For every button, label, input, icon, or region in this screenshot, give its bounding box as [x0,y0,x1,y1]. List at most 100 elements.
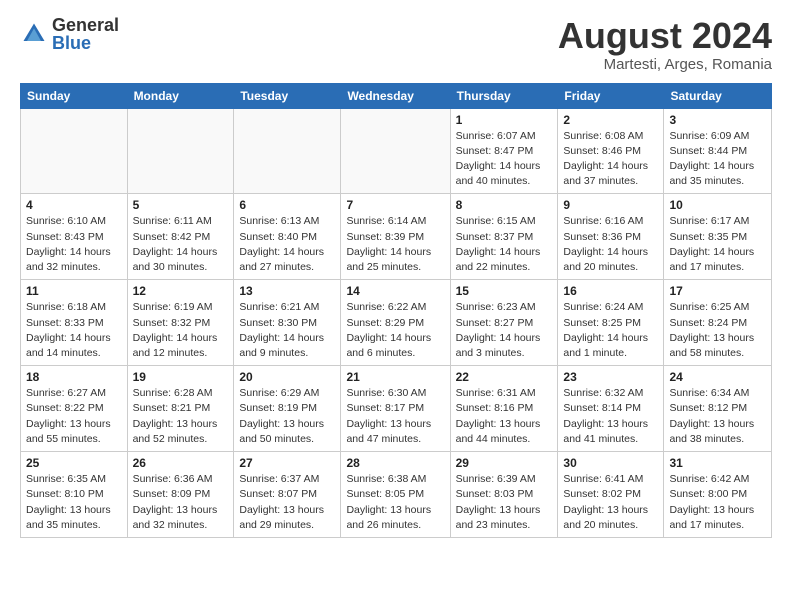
col-thursday: Thursday [450,83,558,108]
day-number: 17 [669,284,766,298]
col-tuesday: Tuesday [234,83,341,108]
day-detail: Sunrise: 6:22 AMSunset: 8:29 PMDaylight:… [346,300,444,361]
calendar-cell [21,108,128,194]
calendar-cell: 3 Sunrise: 6:09 AMSunset: 8:44 PMDaylight… [664,108,772,194]
day-detail: Sunrise: 6:24 AMSunset: 8:25 PMDaylight:… [563,300,658,361]
calendar-cell: 5 Sunrise: 6:11 AMSunset: 8:42 PMDaylight… [127,194,234,280]
day-number: 13 [239,284,335,298]
day-number: 29 [456,456,553,470]
week-row-4: 18 Sunrise: 6:27 AMSunset: 8:22 PMDayligh… [21,366,772,452]
calendar-cell: 20 Sunrise: 6:29 AMSunset: 8:19 PMDayligh… [234,366,341,452]
day-number: 18 [26,370,122,384]
day-number: 7 [346,198,444,212]
day-number: 16 [563,284,658,298]
calendar-cell: 21 Sunrise: 6:30 AMSunset: 8:17 PMDayligh… [341,366,450,452]
logo-blue-text: Blue [52,34,119,52]
day-detail: Sunrise: 6:27 AMSunset: 8:22 PMDaylight:… [26,386,122,447]
calendar-cell: 28Sunrise: 6:38 AMSunset: 8:05 PMDayligh… [341,452,450,538]
day-number: 6 [239,198,335,212]
calendar-cell [127,108,234,194]
calendar-cell: 31 Sunrise: 6:42 AMSunset: 8:00 PMDayligh… [664,452,772,538]
calendar-cell: 16 Sunrise: 6:24 AMSunset: 8:25 PMDayligh… [558,280,664,366]
col-saturday: Saturday [664,83,772,108]
day-number: 14 [346,284,444,298]
day-number: 1 [456,113,553,127]
week-row-1: 1 Sunrise: 6:07 AMSunset: 8:47 PMDaylight… [21,108,772,194]
calendar-header-row: Sunday Monday Tuesday Wednesday Thursday… [21,83,772,108]
day-detail: Sunrise: 6:36 AMSunset: 8:09 PMDaylight:… [133,472,229,533]
day-number: 23 [563,370,658,384]
day-number: 25 [26,456,122,470]
day-detail: Sunrise: 6:07 AMSunset: 8:47 PMDaylight:… [456,129,553,190]
day-number: 4 [26,198,122,212]
calendar-table: Sunday Monday Tuesday Wednesday Thursday… [20,83,772,538]
day-detail: Sunrise: 6:29 AMSunset: 8:19 PMDaylight:… [239,386,335,447]
main-title: August 2024 [558,16,772,56]
calendar-cell: 13Sunrise: 6:21 AMSunset: 8:30 PMDayligh… [234,280,341,366]
day-detail: Sunrise: 6:32 AMSunset: 8:14 PMDaylight:… [563,386,658,447]
day-detail: Sunrise: 6:11 AMSunset: 8:42 PMDaylight:… [133,214,229,275]
day-number: 19 [133,370,229,384]
day-detail: Sunrise: 6:19 AMSunset: 8:32 PMDaylight:… [133,300,229,361]
day-detail: Sunrise: 6:30 AMSunset: 8:17 PMDaylight:… [346,386,444,447]
day-detail: Sunrise: 6:35 AMSunset: 8:10 PMDaylight:… [26,472,122,533]
calendar-cell: 24 Sunrise: 6:34 AMSunset: 8:12 PMDayligh… [664,366,772,452]
logo-text: General Blue [52,16,119,52]
calendar-cell: 15Sunrise: 6:23 AMSunset: 8:27 PMDayligh… [450,280,558,366]
day-number: 20 [239,370,335,384]
calendar-cell: 10 Sunrise: 6:17 AMSunset: 8:35 PMDayligh… [664,194,772,280]
calendar-cell: 4 Sunrise: 6:10 AMSunset: 8:43 PMDaylight… [21,194,128,280]
day-number: 26 [133,456,229,470]
day-number: 9 [563,198,658,212]
day-number: 3 [669,113,766,127]
calendar-cell: 29Sunrise: 6:39 AMSunset: 8:03 PMDayligh… [450,452,558,538]
day-number: 21 [346,370,444,384]
calendar-cell: 19 Sunrise: 6:28 AMSunset: 8:21 PMDayligh… [127,366,234,452]
day-number: 24 [669,370,766,384]
day-detail: Sunrise: 6:09 AMSunset: 8:44 PMDaylight:… [669,129,766,190]
day-detail: Sunrise: 6:16 AMSunset: 8:36 PMDaylight:… [563,214,658,275]
calendar-cell [234,108,341,194]
calendar-cell: 30 Sunrise: 6:41 AMSunset: 8:02 PMDayligh… [558,452,664,538]
day-detail: Sunrise: 6:31 AMSunset: 8:16 PMDaylight:… [456,386,553,447]
calendar-cell: 9 Sunrise: 6:16 AMSunset: 8:36 PMDaylight… [558,194,664,280]
calendar-cell: 23 Sunrise: 6:32 AMSunset: 8:14 PMDayligh… [558,366,664,452]
day-number: 10 [669,198,766,212]
calendar-cell: 2Sunrise: 6:08 AMSunset: 8:46 PMDaylight… [558,108,664,194]
day-detail: Sunrise: 6:23 AMSunset: 8:27 PMDaylight:… [456,300,553,361]
calendar-cell: 6 Sunrise: 6:13 AMSunset: 8:40 PMDaylight… [234,194,341,280]
header: General Blue August 2024 Martesti, Arges… [20,16,772,73]
day-detail: Sunrise: 6:37 AMSunset: 8:07 PMDaylight:… [239,472,335,533]
day-number: 30 [563,456,658,470]
day-number: 31 [669,456,766,470]
day-detail: Sunrise: 6:28 AMSunset: 8:21 PMDaylight:… [133,386,229,447]
calendar-cell: 14 Sunrise: 6:22 AMSunset: 8:29 PMDayligh… [341,280,450,366]
calendar-cell: 17Sunrise: 6:25 AMSunset: 8:24 PMDayligh… [664,280,772,366]
day-number: 5 [133,198,229,212]
subtitle: Martesti, Arges, Romania [558,56,772,73]
day-detail: Sunrise: 6:17 AMSunset: 8:35 PMDaylight:… [669,214,766,275]
page: General Blue August 2024 Martesti, Arges… [0,0,792,548]
calendar-cell: 7 Sunrise: 6:14 AMSunset: 8:39 PMDaylight… [341,194,450,280]
day-detail: Sunrise: 6:13 AMSunset: 8:40 PMDaylight:… [239,214,335,275]
calendar-cell: 27Sunrise: 6:37 AMSunset: 8:07 PMDayligh… [234,452,341,538]
day-detail: Sunrise: 6:15 AMSunset: 8:37 PMDaylight:… [456,214,553,275]
day-number: 8 [456,198,553,212]
day-detail: Sunrise: 6:14 AMSunset: 8:39 PMDaylight:… [346,214,444,275]
calendar-cell [341,108,450,194]
day-detail: Sunrise: 6:42 AMSunset: 8:00 PMDaylight:… [669,472,766,533]
col-friday: Friday [558,83,664,108]
day-number: 11 [26,284,122,298]
col-wednesday: Wednesday [341,83,450,108]
day-detail: Sunrise: 6:08 AMSunset: 8:46 PMDaylight:… [563,129,658,190]
day-number: 22 [456,370,553,384]
day-detail: Sunrise: 6:34 AMSunset: 8:12 PMDaylight:… [669,386,766,447]
day-detail: Sunrise: 6:41 AMSunset: 8:02 PMDaylight:… [563,472,658,533]
day-detail: Sunrise: 6:10 AMSunset: 8:43 PMDaylight:… [26,214,122,275]
calendar-cell: 22 Sunrise: 6:31 AMSunset: 8:16 PMDayligh… [450,366,558,452]
week-row-2: 4 Sunrise: 6:10 AMSunset: 8:43 PMDaylight… [21,194,772,280]
day-number: 12 [133,284,229,298]
calendar-cell: 26 Sunrise: 6:36 AMSunset: 8:09 PMDayligh… [127,452,234,538]
week-row-3: 11Sunrise: 6:18 AMSunset: 8:33 PMDayligh… [21,280,772,366]
calendar-cell: 18 Sunrise: 6:27 AMSunset: 8:22 PMDayligh… [21,366,128,452]
